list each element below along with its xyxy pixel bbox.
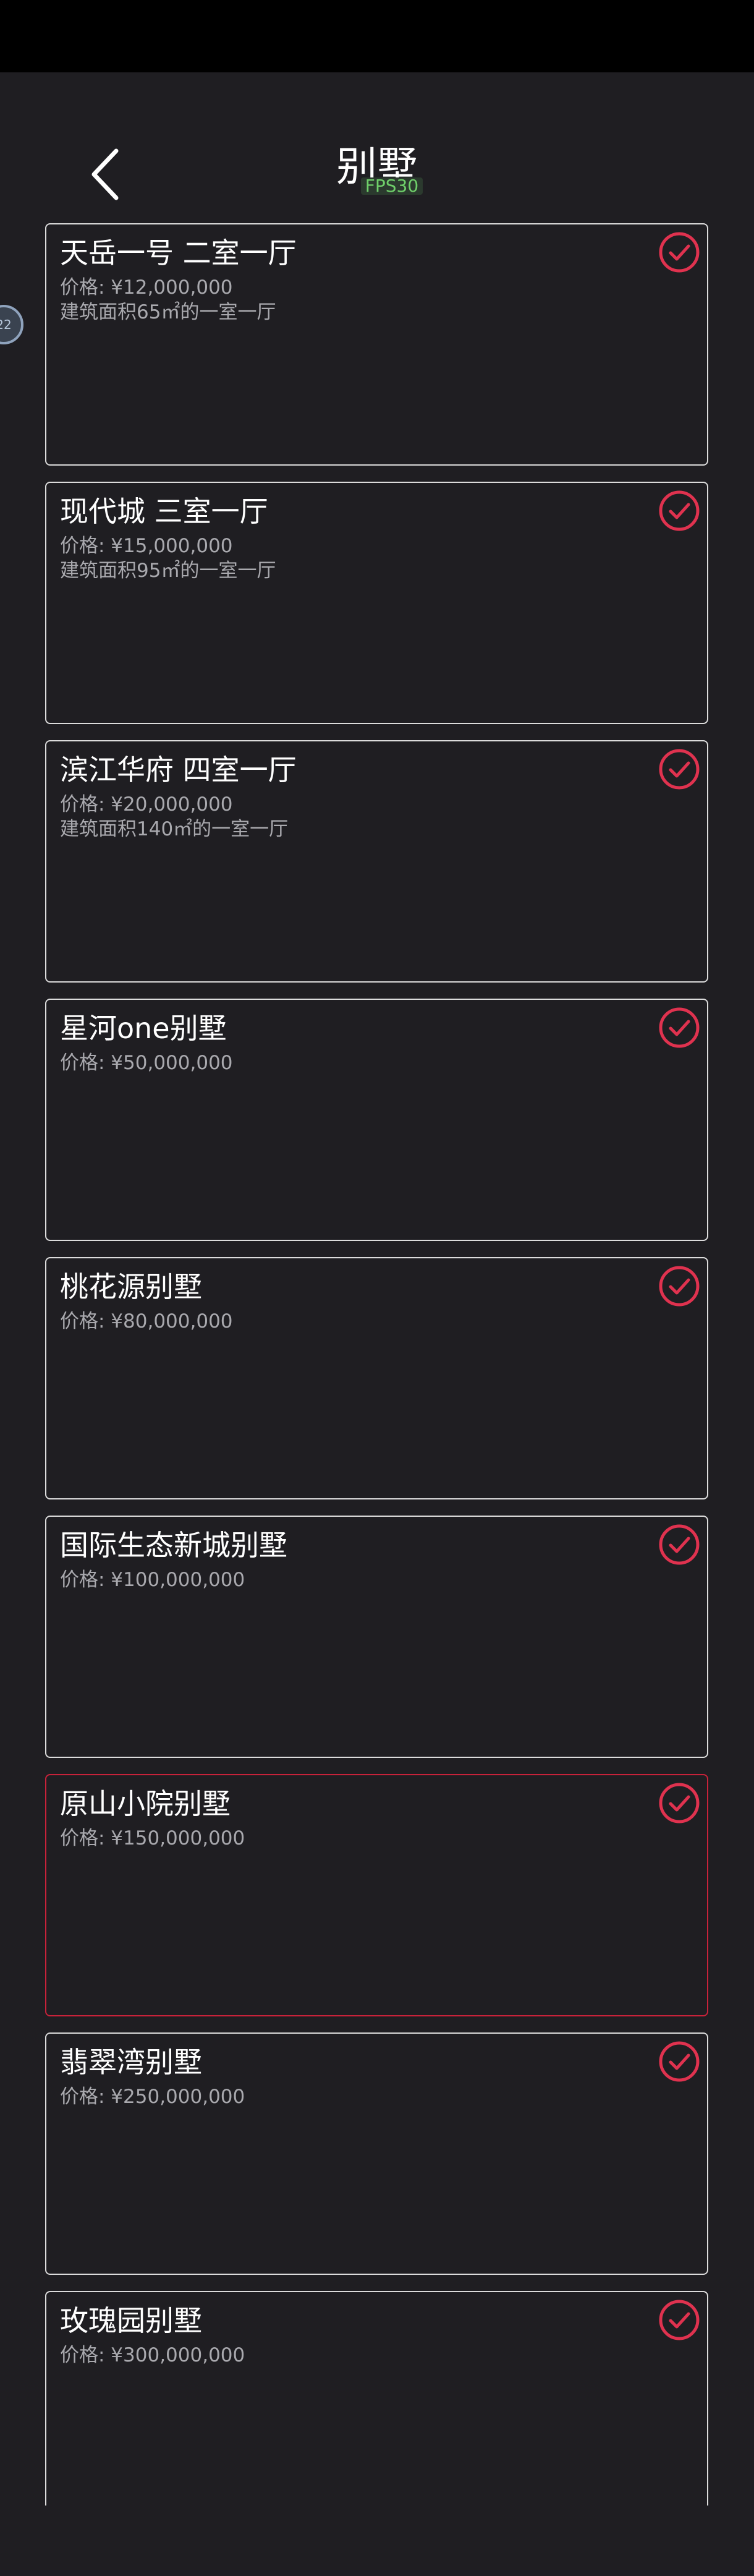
villa-price: 价格: ¥80,000,000 bbox=[60, 1310, 233, 1333]
villa-title: 星河one别墅 bbox=[60, 1012, 227, 1045]
villa-title: 国际生态新城别墅 bbox=[60, 1529, 287, 1562]
villa-card[interactable]: 星河one别墅 价格: ¥50,000,000 bbox=[45, 999, 708, 1241]
check-circle-icon[interactable] bbox=[658, 1006, 701, 1049]
villa-description: 建筑面积140㎡的一室一厅 bbox=[60, 818, 289, 840]
header: 别墅 FPS30 bbox=[0, 72, 754, 223]
villa-price: 价格: ¥250,000,000 bbox=[60, 2086, 245, 2108]
villa-title: 现代城 三室一厅 bbox=[60, 495, 268, 528]
check-circle-icon[interactable] bbox=[658, 1781, 701, 1825]
check-circle-icon[interactable] bbox=[658, 231, 701, 274]
villa-price: 价格: ¥15,000,000 bbox=[60, 535, 233, 557]
check-circle-icon[interactable] bbox=[658, 2298, 701, 2342]
villa-price: 价格: ¥50,000,000 bbox=[60, 1052, 233, 1074]
villa-card[interactable]: 天岳一号 二室一厅 价格: ¥12,000,000 建筑面积65㎡的一室一厅 bbox=[45, 223, 708, 466]
villa-price: 价格: ¥300,000,000 bbox=[60, 2344, 245, 2366]
villa-title: 桃花源别墅 bbox=[60, 1270, 202, 1303]
check-circle-icon[interactable] bbox=[658, 1265, 701, 1308]
villa-card[interactable]: 翡翠湾别墅 价格: ¥250,000,000 bbox=[45, 2032, 708, 2275]
villa-card[interactable]: 国际生态新城别墅 价格: ¥100,000,000 bbox=[45, 1516, 708, 1758]
check-circle-icon[interactable] bbox=[658, 748, 701, 791]
villa-title: 原山小院别墅 bbox=[60, 1787, 231, 1820]
villa-title: 翡翠湾别墅 bbox=[60, 2045, 202, 2079]
villa-description: 建筑面积65㎡的一室一厅 bbox=[60, 301, 276, 323]
villa-title: 天岳一号 二室一厅 bbox=[60, 236, 297, 270]
check-circle-icon[interactable] bbox=[658, 2040, 701, 2083]
villa-description: 建筑面积95㎡的一室一厅 bbox=[60, 560, 276, 582]
villa-title: 滨江华府 四室一厅 bbox=[60, 753, 297, 787]
villa-card[interactable]: 滨江华府 四室一厅 价格: ¥20,000,000 建筑面积140㎡的一室一厅 bbox=[45, 740, 708, 983]
check-circle-icon[interactable] bbox=[658, 489, 701, 532]
villa-card[interactable]: 原山小院别墅 价格: ¥150,000,000 bbox=[45, 1774, 708, 2016]
villa-card[interactable]: 桃花源别墅 价格: ¥80,000,000 bbox=[45, 1257, 708, 1499]
villa-card[interactable]: 现代城 三室一厅 价格: ¥15,000,000 建筑面积95㎡的一室一厅 bbox=[45, 482, 708, 724]
check-circle-icon[interactable] bbox=[658, 1523, 701, 1566]
floating-assist-ball[interactable]: 22 bbox=[0, 305, 23, 344]
status-bar bbox=[0, 0, 754, 72]
villa-price: 价格: ¥20,000,000 bbox=[60, 793, 233, 816]
villa-title: 玫瑰园别墅 bbox=[60, 2304, 202, 2337]
villa-card[interactable]: 玫瑰园别墅 价格: ¥300,000,000 bbox=[45, 2291, 708, 2533]
villa-price: 价格: ¥100,000,000 bbox=[60, 1569, 245, 1591]
list-viewport-edge bbox=[0, 2506, 754, 2576]
villa-price: 价格: ¥150,000,000 bbox=[60, 1827, 245, 1849]
fps-badge: FPS30 bbox=[361, 177, 423, 195]
villa-price: 价格: ¥12,000,000 bbox=[60, 276, 233, 299]
